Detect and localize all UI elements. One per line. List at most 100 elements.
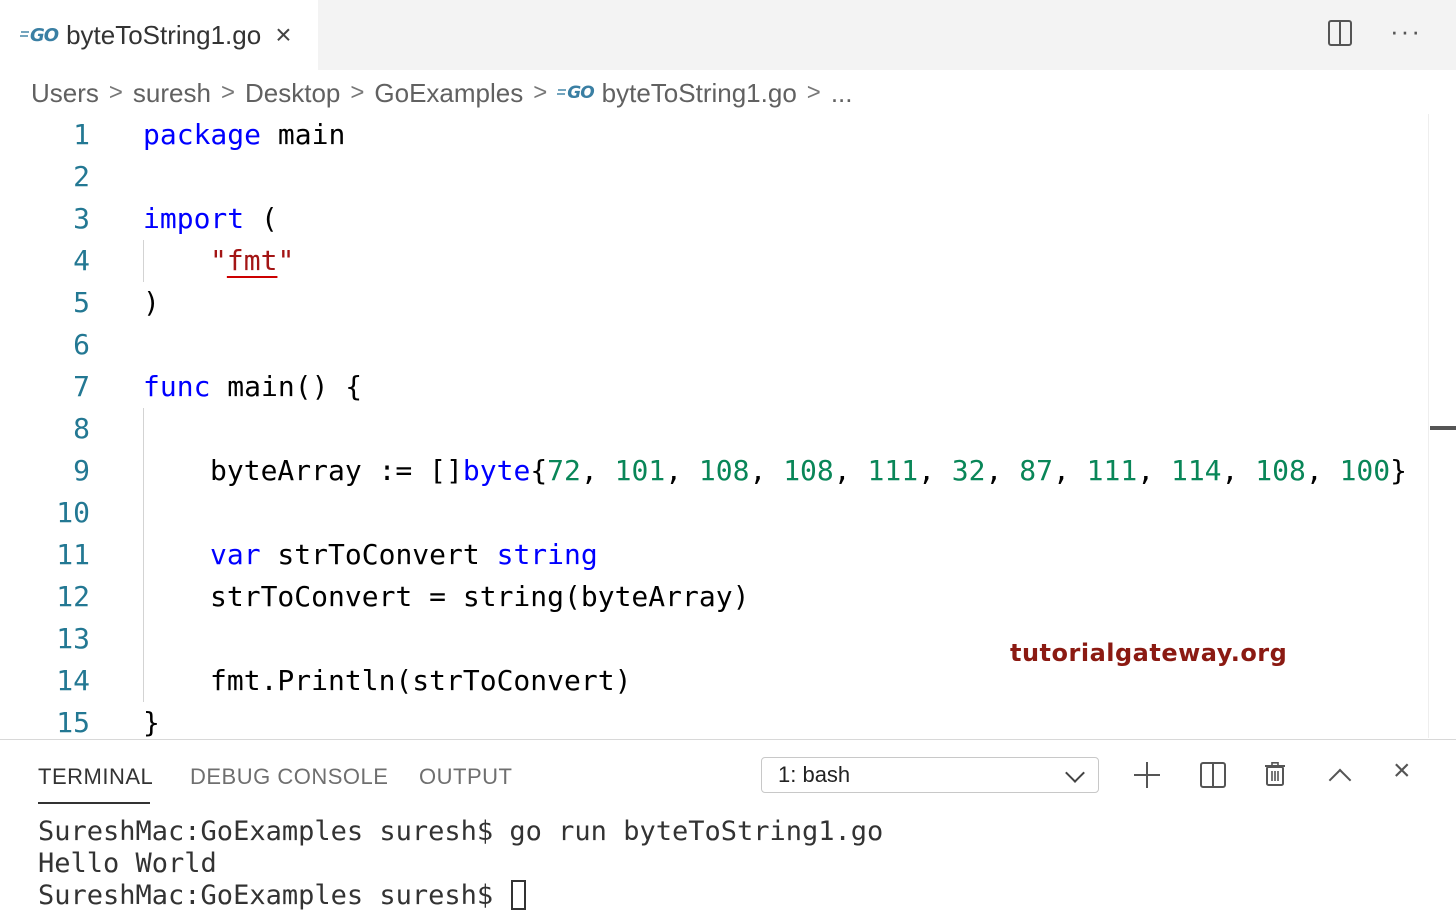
separator: , (749, 454, 784, 487)
separator: , (1305, 454, 1340, 487)
chevron-right-icon: > (533, 79, 548, 106)
line-number: 6 (73, 328, 90, 361)
breadcrumb-item-symbols[interactable]: ... (831, 78, 853, 109)
code-line: 15 } (0, 702, 1456, 738)
number-literal: 100 (1339, 454, 1391, 487)
line-number: 14 (56, 664, 90, 697)
number-literal: 108 (698, 454, 750, 487)
tab-terminal[interactable]: TERMINAL (38, 764, 153, 790)
number-literal: 111 (1086, 454, 1138, 487)
number-literal: 32 (951, 454, 986, 487)
number-literal: 108 (783, 454, 834, 487)
terminal-select-value: 1: bash (778, 762, 851, 787)
chevron-right-icon: > (108, 79, 123, 106)
watermark: tutorialgateway.org (1010, 639, 1288, 667)
breadcrumb-item-file[interactable]: byteToString1.go (602, 78, 797, 109)
terminal-panel: TERMINAL DEBUG CONSOLE OUTPUT 1: bash × … (0, 739, 1456, 919)
line-number: 11 (56, 538, 90, 571)
code-line: 3 import ( (0, 198, 1456, 240)
number-literal: 111 (867, 454, 919, 487)
close-tab-icon[interactable]: × (275, 21, 291, 49)
overview-ruler[interactable] (1428, 114, 1429, 738)
number-literal: 72 (547, 454, 581, 487)
split-editor-icon[interactable] (1328, 20, 1352, 46)
line-number: 2 (73, 160, 90, 193)
line-number: 3 (73, 202, 90, 235)
error-squiggle: fmt (226, 244, 278, 277)
editor-tab-bar: GO byteToString1.go × ··· (0, 0, 1456, 70)
code-line: 5 ) (0, 282, 1456, 324)
code-line: 8 (0, 408, 1456, 450)
separator: , (985, 454, 1020, 487)
code-text: func main() { (143, 370, 363, 403)
breadcrumb-item-suresh[interactable]: suresh (133, 78, 211, 109)
chevron-right-icon: > (220, 79, 235, 106)
terminal-line: Hello World (38, 848, 217, 879)
code-line: 9 byteArray := []byte{72, 101, 108, 108,… (0, 450, 1456, 492)
code-line: 1 package main (0, 114, 1456, 156)
separator: , (580, 454, 615, 487)
tab-output[interactable]: OUTPUT (419, 764, 512, 790)
chevron-down-icon (1065, 763, 1085, 783)
line-number: 1 (73, 118, 90, 151)
breadcrumb: Users > suresh > Desktop > GoExamples > … (31, 74, 852, 112)
trash-icon[interactable] (1265, 762, 1285, 786)
scrollbar-thumb[interactable] (1430, 426, 1456, 430)
go-file-icon: GO (19, 24, 59, 46)
code-line: 6 (0, 324, 1456, 366)
line-number: 5 (73, 286, 90, 319)
separator: , (1052, 454, 1087, 487)
code-text: fmt.Println(strToConvert) (210, 664, 632, 697)
tab-byteToString1-go[interactable]: GO byteToString1.go × (0, 0, 318, 70)
go-file-icon: GO (557, 83, 595, 103)
separator: , (665, 454, 699, 487)
code-line: 4 "fmt" (0, 240, 1456, 282)
terminal-output[interactable]: SureshMac:GoExamples suresh$ go run byte… (38, 816, 883, 912)
close-panel-icon[interactable]: × (1393, 756, 1411, 786)
new-terminal-icon[interactable] (1134, 762, 1160, 788)
terminal-select[interactable]: 1: bash (761, 757, 1099, 793)
chevron-right-icon: > (806, 79, 821, 106)
tab-title: byteToString1.go (66, 19, 262, 50)
line-number: 15 (56, 706, 90, 738)
separator: , (1221, 454, 1256, 487)
line-number: 10 (56, 496, 90, 529)
number-literal: 114 (1170, 454, 1222, 487)
code-text: byteArray := []byte{72, 101, 108, 108, 1… (210, 454, 1407, 487)
breadcrumb-item-goexamples[interactable]: GoExamples (374, 78, 523, 109)
code-line: 7 func main() { (0, 366, 1456, 408)
separator: , (1137, 454, 1171, 487)
line-number: 4 (73, 244, 90, 277)
breadcrumb-item-desktop[interactable]: Desktop (245, 78, 340, 109)
breadcrumb-item-users[interactable]: Users (31, 78, 99, 109)
maximize-panel-icon[interactable] (1328, 768, 1352, 792)
terminal-line: SureshMac:GoExamples suresh$ (38, 880, 883, 912)
code-text: strToConvert = string(byteArray) (210, 580, 750, 613)
line-number: 9 (73, 454, 90, 487)
separator: , (833, 454, 868, 487)
tab-debug-console[interactable]: DEBUG CONSOLE (190, 764, 388, 790)
line-number: 7 (73, 370, 90, 403)
line-number: 8 (73, 412, 90, 445)
code-text: package main (143, 118, 346, 151)
terminal-cursor (511, 880, 527, 910)
code-line: 12 strToConvert = string(byteArray) (0, 576, 1456, 618)
code-text: import ( (143, 202, 278, 235)
code-text: } (143, 706, 160, 738)
more-actions-icon[interactable]: ··· (1390, 16, 1422, 47)
code-line: 2 (0, 156, 1456, 198)
code-text: "fmt" (210, 244, 295, 277)
split-terminal-icon[interactable] (1200, 762, 1226, 788)
terminal-line: SureshMac:GoExamples suresh$ go run byte… (38, 816, 884, 847)
line-number: 12 (56, 580, 90, 613)
code-text: var strToConvert string (210, 538, 598, 571)
chevron-right-icon: > (350, 79, 365, 106)
number-literal: 108 (1255, 454, 1306, 487)
code-line: 11 var strToConvert string (0, 534, 1456, 576)
number-literal: 101 (614, 454, 666, 487)
line-number: 13 (56, 622, 90, 655)
code-editor[interactable]: 1 package main 2 3 import ( 4 "fmt" 5 ) … (0, 114, 1456, 738)
number-literal: 87 (1019, 454, 1053, 487)
code-line: 10 (0, 492, 1456, 534)
separator: , (918, 454, 952, 487)
